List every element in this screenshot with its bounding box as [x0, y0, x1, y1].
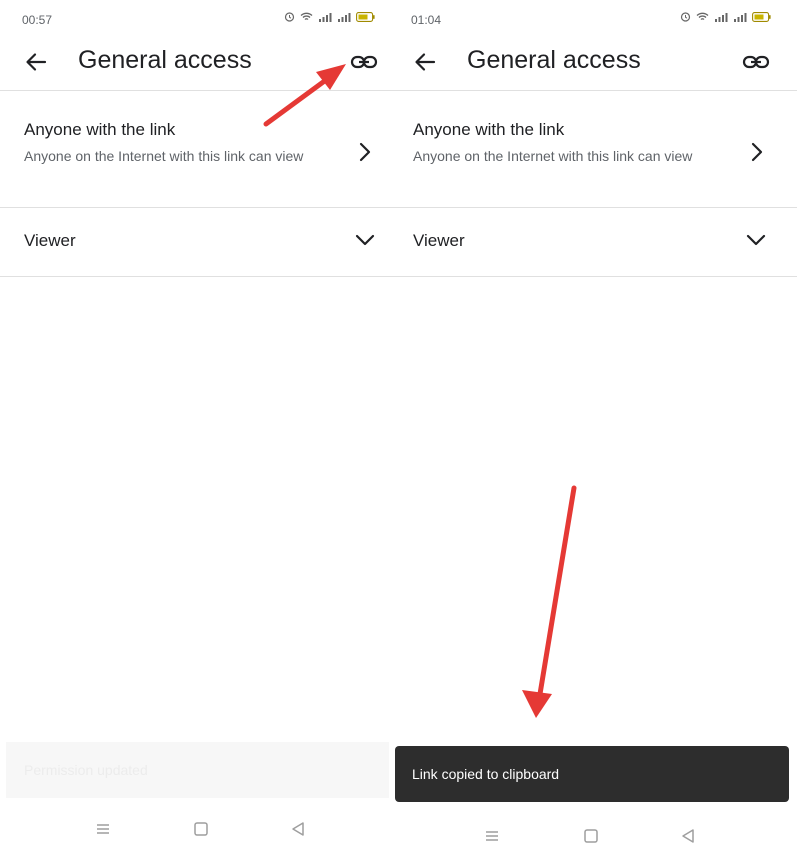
role-label: Viewer	[413, 231, 465, 250]
battery-icon	[752, 11, 771, 22]
snackbar-text: Link copied to clipboard	[412, 766, 560, 782]
status-icons	[284, 11, 375, 22]
signal-icon-2	[338, 12, 351, 22]
app-bar: General access	[389, 36, 797, 88]
wifi-icon	[300, 12, 313, 20]
phone-screen-before: 00:57 General access Anyone with the lin…	[0, 0, 389, 850]
wifi-icon	[696, 12, 709, 20]
chevron-right-icon	[751, 142, 763, 162]
role-label: Viewer	[24, 231, 76, 250]
link-icon[interactable]	[349, 48, 379, 76]
divider	[0, 90, 389, 91]
back-arrow-icon[interactable]	[411, 48, 439, 76]
home-square-icon[interactable]	[191, 819, 211, 839]
role-dropdown[interactable]: Viewer	[389, 208, 797, 276]
system-nav-bar	[0, 815, 389, 845]
page-title: General access	[78, 46, 252, 74]
app-bar: General access	[0, 36, 389, 88]
access-title: Anyone with the link	[413, 120, 565, 139]
alarm-icon	[284, 12, 295, 22]
link-icon[interactable]	[741, 48, 771, 76]
page-title: General access	[467, 46, 641, 74]
battery-icon	[356, 11, 375, 22]
faded-snackbar: Permission updated	[6, 742, 389, 798]
status-bar: 01:04	[389, 0, 797, 36]
signal-icon	[715, 12, 728, 22]
status-time: 01:04	[411, 13, 442, 27]
faded-snackbar-text: Permission updated	[24, 762, 148, 778]
general-access-option[interactable]: Anyone with the link Anyone on the Inter…	[0, 92, 389, 206]
back-arrow-icon[interactable]	[22, 48, 50, 76]
menu-icon[interactable]	[93, 819, 113, 839]
alarm-icon	[680, 12, 691, 22]
status-icons	[680, 11, 771, 22]
home-square-icon[interactable]	[581, 826, 601, 846]
divider	[389, 90, 797, 91]
divider	[0, 276, 389, 277]
phone-screen-after: 01:04 General access Anyone with the lin…	[389, 0, 797, 850]
access-title: Anyone with the link	[24, 120, 176, 139]
access-description: Anyone on the Internet with this link ca…	[24, 148, 304, 164]
menu-icon[interactable]	[482, 826, 502, 846]
access-description: Anyone on the Internet with this link ca…	[413, 148, 693, 164]
back-triangle-icon[interactable]	[288, 819, 308, 839]
divider	[389, 276, 797, 277]
chevron-down-icon	[355, 234, 375, 246]
status-time: 00:57	[22, 13, 53, 27]
chevron-down-icon	[746, 234, 766, 246]
system-nav-bar	[389, 822, 797, 850]
role-dropdown[interactable]: Viewer	[0, 208, 389, 276]
status-bar: 00:57	[0, 0, 389, 36]
chevron-right-icon	[359, 142, 371, 162]
back-triangle-icon[interactable]	[678, 826, 698, 846]
signal-icon	[319, 12, 332, 22]
snackbar: Link copied to clipboard	[395, 746, 789, 802]
signal-icon-2	[734, 12, 747, 22]
general-access-option[interactable]: Anyone with the link Anyone on the Inter…	[389, 92, 797, 206]
